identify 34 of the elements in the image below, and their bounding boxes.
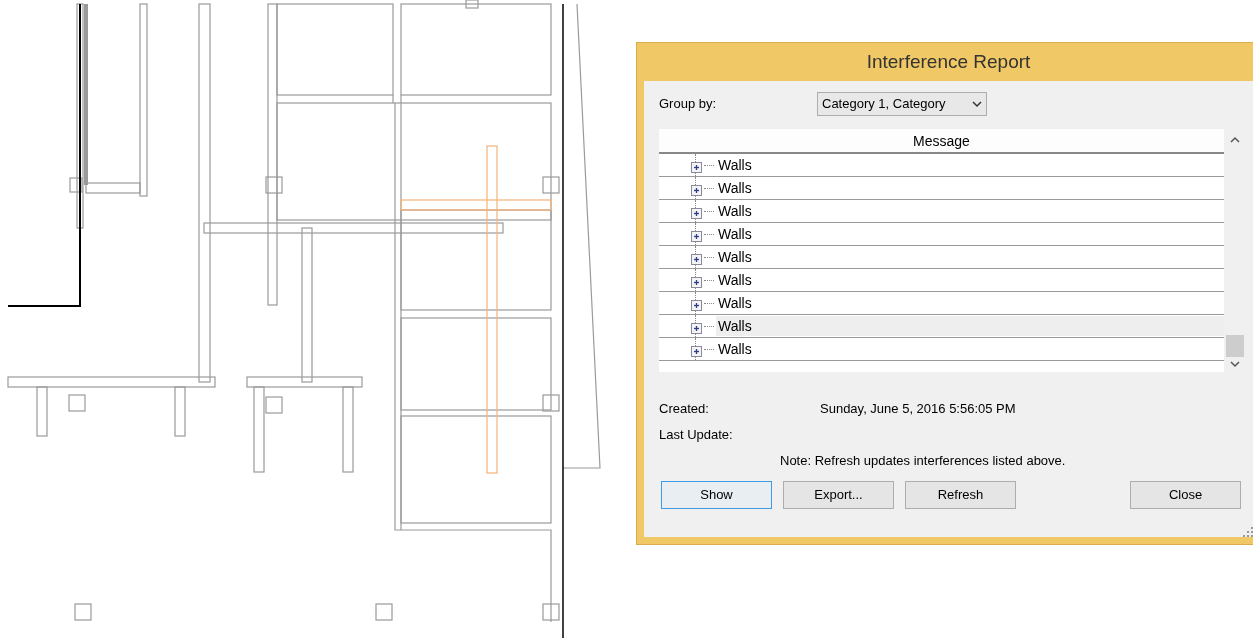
scroll-up-icon[interactable]	[1230, 136, 1240, 143]
chevron-down-icon	[972, 100, 982, 108]
resize-grip-icon[interactable]	[1243, 527, 1253, 537]
tree-item[interactable]: Walls	[716, 316, 1224, 336]
expand-icon[interactable]	[691, 299, 702, 311]
created-label: Created:	[659, 400, 710, 419]
dialog-button[interactable]: Close	[1130, 481, 1241, 509]
tree-item[interactable]: Walls	[716, 178, 754, 198]
tree-item[interactable]: Walls	[716, 155, 754, 175]
tree-item[interactable]: Walls	[716, 339, 754, 359]
last-update-label: Last Update:	[659, 426, 734, 445]
tree-item[interactable]: Walls	[716, 247, 754, 267]
expand-icon[interactable]	[691, 161, 702, 173]
expand-icon[interactable]	[691, 207, 702, 219]
tree-item[interactable]: Walls	[716, 201, 754, 221]
dialog-button[interactable]: Show	[661, 481, 772, 509]
scrollbar-thumb[interactable]	[1226, 335, 1244, 357]
expand-icon[interactable]	[691, 322, 702, 334]
expand-icon[interactable]	[691, 345, 702, 357]
group-by-label: Group by:	[659, 95, 718, 114]
dialog-button[interactable]: Export...	[783, 481, 894, 509]
expand-icon[interactable]	[691, 276, 702, 288]
scroll-down-icon[interactable]	[1230, 361, 1240, 368]
tree-item[interactable]: Walls	[716, 224, 754, 244]
expand-icon[interactable]	[691, 230, 702, 242]
created-value: Sunday, June 5, 2016 5:56:05 PM	[820, 400, 1016, 419]
expand-icon[interactable]	[691, 184, 702, 196]
note-text: Note: Refresh updates interferences listed above.	[780, 452, 1066, 471]
expand-icon[interactable]	[691, 253, 702, 265]
tree-item[interactable]: Walls	[716, 270, 754, 290]
tree-item[interactable]: Walls	[716, 293, 754, 313]
window-title: Interference Report	[865, 50, 1032, 74]
group-by-dropdown[interactable]: Category 1, Category	[817, 92, 987, 116]
dialog-button[interactable]: Refresh	[905, 481, 1016, 509]
